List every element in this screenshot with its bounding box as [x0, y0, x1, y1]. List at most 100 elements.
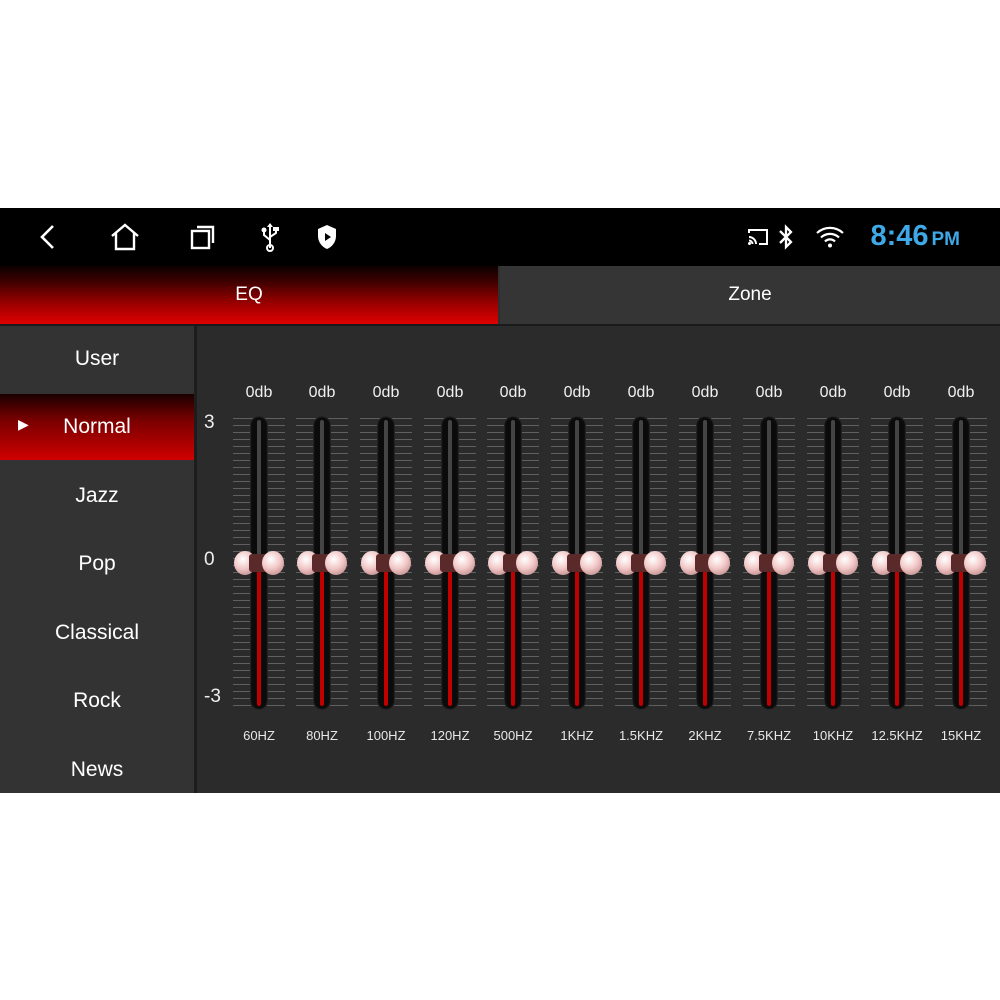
- eq-band: 0db 60HZ: [229, 384, 289, 744]
- band-track-fill: [320, 563, 324, 706]
- knob-cap-right: [516, 551, 538, 575]
- eq-band: 0db 120HZ: [420, 384, 480, 744]
- knob-cap-right: [644, 551, 666, 575]
- tab-zone[interactable]: Zone: [500, 266, 1000, 324]
- band-slider-knob[interactable]: [488, 551, 538, 575]
- band-track-fill: [448, 563, 452, 706]
- eq-band: 0db 10KHZ: [803, 384, 863, 744]
- band-slider-knob[interactable]: [808, 551, 858, 575]
- knob-cap-right: [708, 551, 730, 575]
- eq-band: 0db 15KHZ: [931, 384, 991, 744]
- eq-band: 0db 2KHZ: [675, 384, 735, 744]
- band-track-upper: [384, 420, 388, 563]
- eq-band: 0db 80HZ: [292, 384, 352, 744]
- band-track-upper: [767, 420, 771, 563]
- band-track-upper: [831, 420, 835, 563]
- preset-item-pop[interactable]: Pop: [0, 531, 194, 597]
- preset-label: Jazz: [75, 484, 119, 507]
- knob-cap-right: [453, 551, 475, 575]
- scale-mid-label: 0: [204, 549, 215, 570]
- band-slider-knob[interactable]: [872, 551, 922, 575]
- band-db-label: 0db: [883, 384, 911, 401]
- band-track-fill: [895, 563, 899, 706]
- preset-label: Classical: [54, 621, 140, 644]
- band-track-upper: [448, 420, 452, 563]
- band-slider-knob[interactable]: [234, 551, 284, 575]
- band-slider-knob[interactable]: [680, 551, 730, 575]
- clock: 8:46 PM: [870, 220, 960, 253]
- band-slider-knob[interactable]: [425, 551, 475, 575]
- knob-cap-right: [836, 551, 858, 575]
- clock-time: 8:46: [870, 220, 929, 252]
- band-db-label: 0db: [563, 384, 591, 401]
- band-track-upper: [320, 420, 324, 563]
- preset-label: Pop: [78, 552, 116, 575]
- eq-band: 0db 1.5KHZ: [611, 384, 671, 744]
- scale-min-label: -3: [204, 686, 221, 707]
- status-bar: 8:46 PM: [0, 208, 1000, 266]
- band-slider-knob[interactable]: [936, 551, 986, 575]
- bluetooth-icon: [768, 219, 804, 255]
- band-db-label: 0db: [691, 384, 719, 401]
- band-track-fill: [831, 563, 835, 706]
- band-db-label: 0db: [627, 384, 655, 401]
- home-icon[interactable]: [107, 219, 143, 255]
- band-db-label: 0db: [372, 384, 400, 401]
- preset-label: User: [74, 347, 120, 370]
- preset-item-jazz[interactable]: Jazz: [0, 463, 194, 529]
- band-track-fill: [639, 563, 643, 706]
- usb-icon: [252, 219, 288, 255]
- preset-item-rock[interactable]: Rock: [0, 668, 194, 734]
- knob-cap-right: [325, 551, 347, 575]
- recents-icon[interactable]: [185, 219, 221, 255]
- band-db-label: 0db: [245, 384, 273, 401]
- band-slider-knob[interactable]: [744, 551, 794, 575]
- band-slider-knob[interactable]: [616, 551, 666, 575]
- band-db-label: 0db: [308, 384, 336, 401]
- preset-label: News: [70, 758, 124, 781]
- band-track-fill: [384, 563, 388, 706]
- knob-cap-right: [580, 551, 602, 575]
- preset-label: Rock: [73, 689, 121, 712]
- band-slider-knob[interactable]: [552, 551, 602, 575]
- tab-eq[interactable]: EQ: [0, 266, 498, 324]
- band-slider-knob[interactable]: [361, 551, 411, 575]
- band-db-label: 0db: [947, 384, 975, 401]
- band-track-upper: [575, 420, 579, 563]
- knob-cap-right: [964, 551, 986, 575]
- band-track-fill: [257, 563, 261, 706]
- selected-arrow-icon: ▶: [18, 416, 29, 432]
- knob-cap-right: [772, 551, 794, 575]
- band-track-fill: [703, 563, 707, 706]
- preset-label: Normal: [63, 415, 131, 438]
- band-track-fill: [767, 563, 771, 706]
- band-frequency-label: 15KHZ: [940, 728, 982, 743]
- band-track-upper: [703, 420, 707, 563]
- preset-list: User ▶ Normal Jazz Pop Classical Rock Ne…: [0, 326, 194, 793]
- preset-item-normal[interactable]: ▶ Normal: [0, 394, 194, 460]
- preset-item-classical[interactable]: Classical: [0, 600, 194, 666]
- band-track-upper: [959, 420, 963, 563]
- preset-item-user[interactable]: User: [0, 326, 194, 392]
- band-track-upper: [511, 420, 515, 563]
- wifi-icon: [812, 219, 848, 255]
- band-track-fill: [575, 563, 579, 706]
- band-track-fill: [511, 563, 515, 706]
- eq-band: 0db 1KHZ: [547, 384, 607, 744]
- preset-item-news[interactable]: News: [0, 737, 194, 793]
- band-db-label: 0db: [755, 384, 783, 401]
- band-track-upper: [257, 420, 261, 563]
- band-db-label: 0db: [819, 384, 847, 401]
- band-slider-knob[interactable]: [297, 551, 347, 575]
- knob-cap-right: [262, 551, 284, 575]
- eq-band: 0db 7.5KHZ: [739, 384, 799, 744]
- eq-band: 0db 100HZ: [356, 384, 416, 744]
- tab-zone-label: Zone: [728, 284, 772, 305]
- knob-cap-right: [389, 551, 411, 575]
- band-track-fill: [959, 563, 963, 706]
- band-db-label: 0db: [436, 384, 464, 401]
- back-icon[interactable]: [30, 219, 66, 255]
- tab-eq-label: EQ: [235, 284, 263, 305]
- band-track-upper: [639, 420, 643, 563]
- shield-icon: [309, 219, 345, 255]
